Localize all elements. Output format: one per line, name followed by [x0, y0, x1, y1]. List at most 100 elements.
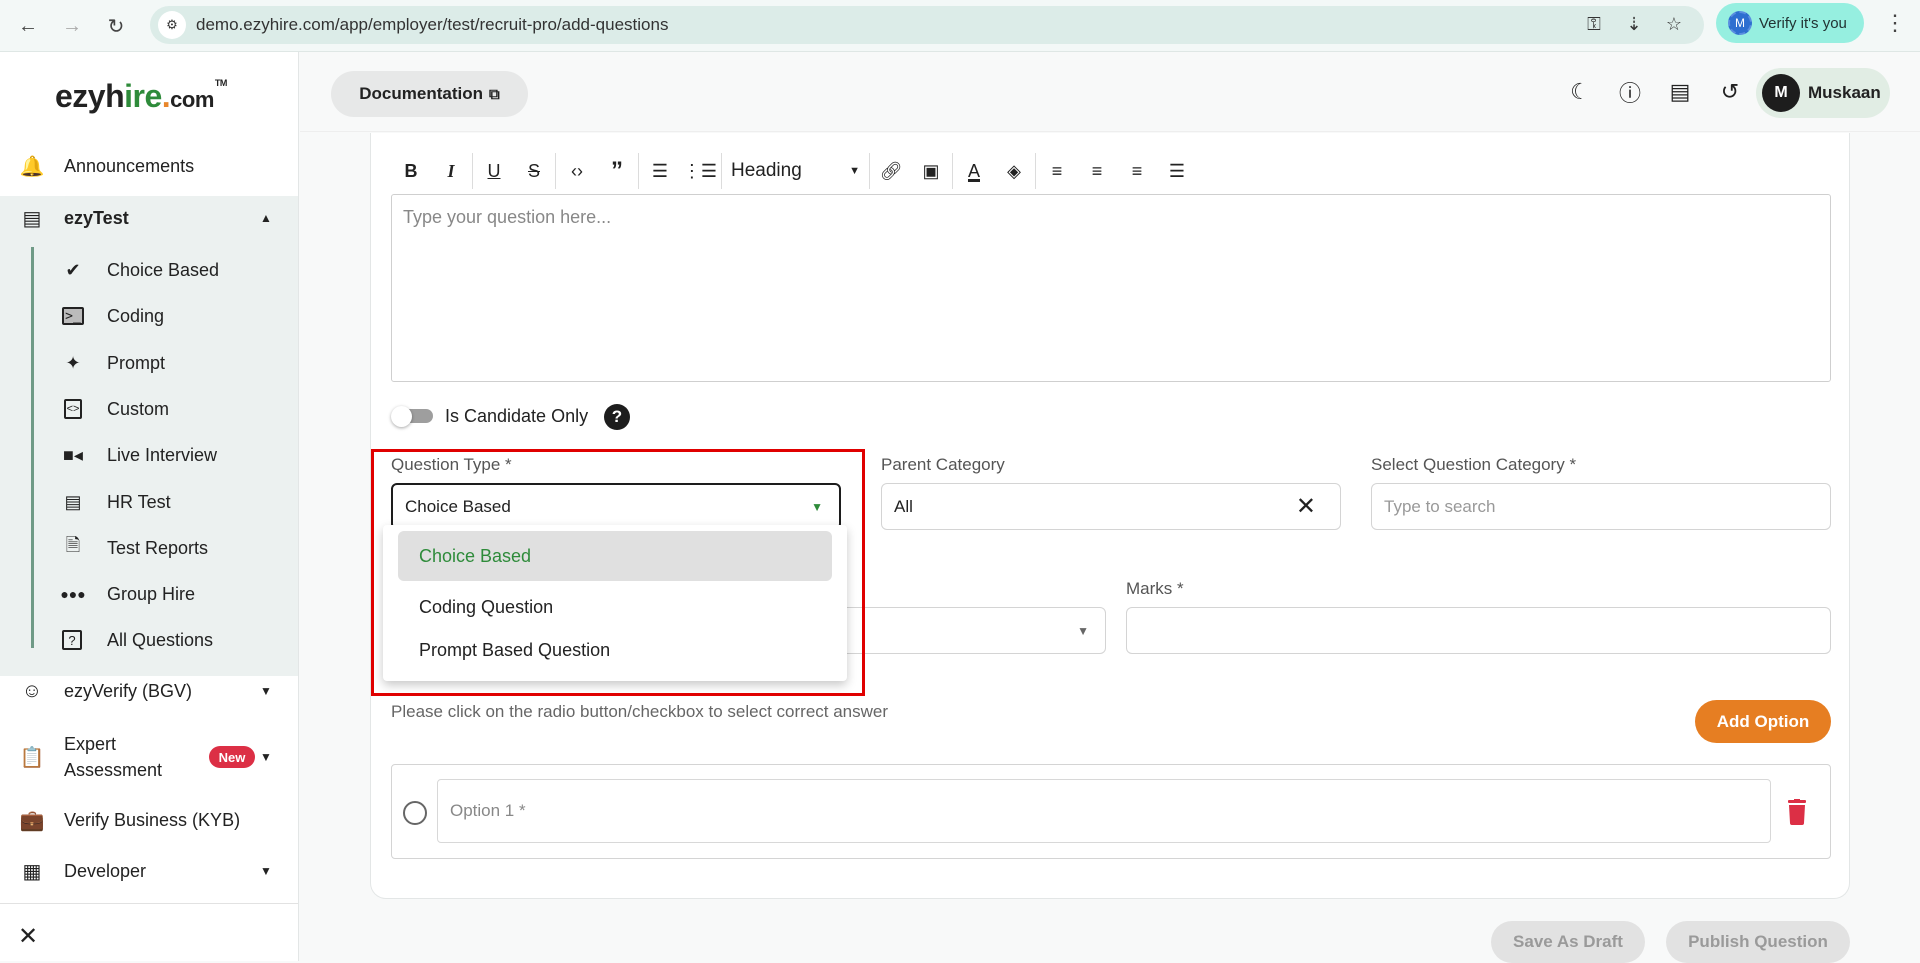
forward-icon[interactable]: →	[58, 12, 86, 40]
parent-category-select[interactable]: All ✕	[881, 483, 1341, 530]
image-icon[interactable]: ▣	[911, 153, 951, 189]
logo-text: ezyh	[55, 78, 125, 114]
question-type-select[interactable]: Choice Based ▼	[391, 483, 841, 530]
editor-placeholder: Type your question here...	[403, 207, 612, 227]
documentation-label: Documentation	[359, 84, 483, 103]
logo-dot: .	[161, 78, 171, 114]
toolbar-divider	[638, 153, 639, 189]
verify-identity-button[interactable]: M Verify it's you	[1716, 3, 1864, 43]
parent-category-label: Parent Category	[881, 455, 1005, 474]
underline-icon[interactable]: U	[474, 153, 514, 189]
text-color-icon[interactable]: A	[954, 153, 994, 189]
toggle-thumb	[391, 406, 412, 427]
question-category-input[interactable]: Type to search	[1371, 483, 1831, 530]
align-left-icon[interactable]: ≡	[1037, 153, 1077, 189]
link-icon[interactable]: 🔗︎	[871, 153, 911, 189]
ezyhire-logo[interactable]: ezyhire.comTM	[55, 78, 227, 115]
sidebar-item-live-interview[interactable]: ■◂ Live Interview	[40, 433, 298, 477]
help-icon[interactable]: ⓘ	[1616, 78, 1644, 106]
user-menu-button[interactable]: M Muskaan	[1756, 68, 1890, 118]
sidebar-item-all-questions[interactable]: ? All Questions	[40, 618, 298, 662]
strikethrough-icon[interactable]: S	[514, 153, 554, 189]
sidebar-item-verify-business[interactable]: 💼 Verify Business (KYB)	[0, 798, 298, 842]
clear-icon[interactable]: ✕	[1296, 492, 1316, 521]
sidebar-item-label: Choice Based	[107, 259, 220, 280]
sidebar-item-ezytest[interactable]: ▤ ezyTest ▲	[0, 196, 298, 240]
sidebar-item-announcements[interactable]: 🔔 Announcements	[0, 144, 298, 188]
sidebar-item-group-hire[interactable]: ●●● Group Hire	[40, 572, 298, 616]
bullet-list-icon[interactable]: ⋮☰	[680, 153, 720, 189]
sidebar-item-label: Verify Business (KYB)	[64, 809, 241, 830]
close-sidebar-icon[interactable]: ✕	[18, 922, 38, 951]
sidebar-item-coding[interactable]: >_ Coding	[40, 294, 298, 338]
sidebar-item-prompt[interactable]: ✦ Prompt	[40, 341, 298, 385]
install-app-icon[interactable]: ⇣	[1622, 14, 1646, 35]
sidebar-item-choice-based[interactable]: ✔︎ Choice Based	[40, 248, 298, 292]
ordered-list-icon[interactable]: ☰	[640, 153, 680, 189]
save-as-draft-button[interactable]: Save As Draft	[1491, 921, 1645, 963]
new-badge: New	[209, 746, 255, 768]
align-justify-icon[interactable]: ☰	[1157, 153, 1197, 189]
sidebar-item-label: Test Reports	[107, 537, 209, 558]
chevron-down-icon: ▼	[1077, 623, 1089, 638]
sidebar-item-label: All Questions	[107, 629, 214, 650]
sidebar-item-test-reports[interactable]: 🗎 Test Reports	[40, 526, 298, 570]
dropdown-option-prompt-based-question[interactable]: Prompt Based Question	[398, 625, 832, 675]
history-icon[interactable]: ↺	[1716, 78, 1744, 106]
dropdown-option-choice-based[interactable]: Choice Based	[398, 531, 832, 581]
heading-select[interactable]: Heading ▼	[723, 153, 868, 189]
sidebar-group-ezytest: ▤ ezyTest ▲ ✔︎ Choice Based >_ Coding ✦ …	[0, 196, 298, 676]
sidebar-item-custom[interactable]: <> Custom	[40, 387, 298, 431]
publish-question-button[interactable]: Publish Question	[1666, 921, 1850, 963]
chevron-down-icon: ▼	[849, 165, 860, 177]
password-key-icon[interactable]: ⚿	[1582, 14, 1606, 35]
chrome-menu-icon[interactable]: ⋮	[1884, 10, 1906, 36]
align-right-icon[interactable]: ≡	[1117, 153, 1157, 189]
option-row: Option 1 *	[391, 764, 1831, 859]
chat-bubbles-icon[interactable]: ▤	[1666, 78, 1694, 106]
sidebar-item-label: Expert Assessment	[64, 731, 162, 783]
fill-color-icon[interactable]: ◈	[994, 153, 1034, 189]
sidebar-item-hr-test[interactable]: ▤ HR Test	[40, 480, 298, 524]
video-camera-icon: ■◂	[63, 444, 83, 465]
reload-icon[interactable]: ↻	[102, 12, 130, 40]
sidebar-item-label: ezyTest	[64, 207, 129, 228]
documentation-button[interactable]: Documentation ⧉	[331, 71, 528, 117]
question-form-panel: B I U S ‹› ” ☰ ⋮☰ Heading ▼ 🔗︎ ▣ A ◈ ≡ ≡…	[370, 133, 1850, 899]
sidebar-item-developer[interactable]: ▦ Developer ▼	[0, 849, 298, 893]
browser-toolbar: ← → ↻ ⚙ demo.ezyhire.com/app/employer/te…	[0, 0, 1920, 52]
sidebar-item-label: Coding	[107, 305, 165, 326]
question-editor[interactable]: Type your question here...	[391, 194, 1831, 382]
align-center-icon[interactable]: ≡	[1077, 153, 1117, 189]
sidebar-item-expert-assessment[interactable]: 📋 Expert Assessment New ▼	[0, 727, 298, 787]
back-icon[interactable]: ←	[14, 12, 42, 40]
address-bar[interactable]: ⚙ demo.ezyhire.com/app/employer/test/rec…	[150, 6, 1704, 44]
user-name: Muskaan	[1808, 83, 1881, 102]
italic-icon[interactable]: I	[431, 153, 471, 189]
chat-bubbles-icon: ▤	[22, 207, 42, 230]
candidate-only-toggle[interactable]	[391, 406, 435, 427]
help-icon[interactable]: ?	[604, 404, 630, 430]
url-text[interactable]: demo.ezyhire.com/app/employer/test/recru…	[196, 15, 668, 35]
sidebar-item-label: Group Hire	[107, 583, 196, 604]
logo-text-green-e: e	[144, 78, 162, 114]
option-1-input[interactable]: Option 1 *	[437, 779, 1771, 843]
marks-label: Marks *	[1126, 579, 1184, 598]
add-option-button[interactable]: Add Option	[1695, 700, 1831, 743]
dark-mode-moon-icon[interactable]: ☾	[1566, 78, 1594, 106]
sidebar-item-label: Prompt	[107, 352, 166, 373]
sidebar-item-ezyverify[interactable]: ☺ ezyVerify (BGV) ▼	[0, 669, 298, 713]
toolbar-divider	[555, 153, 556, 189]
avatar: M	[1762, 74, 1800, 112]
bookmark-star-icon[interactable]: ☆	[1662, 14, 1686, 35]
trash-icon[interactable]	[1787, 799, 1807, 825]
site-settings-icon[interactable]: ⚙	[158, 11, 186, 39]
bold-icon[interactable]: B	[391, 153, 431, 189]
profile-avatar-icon: M	[1728, 11, 1752, 35]
terminal-icon: >_	[62, 307, 84, 325]
quote-icon[interactable]: ”	[597, 153, 637, 189]
code-icon[interactable]: ‹›	[557, 153, 597, 189]
marks-input[interactable]	[1126, 607, 1831, 654]
question-type-label: Question Type *	[391, 455, 512, 474]
option-correct-radio[interactable]	[403, 801, 427, 825]
